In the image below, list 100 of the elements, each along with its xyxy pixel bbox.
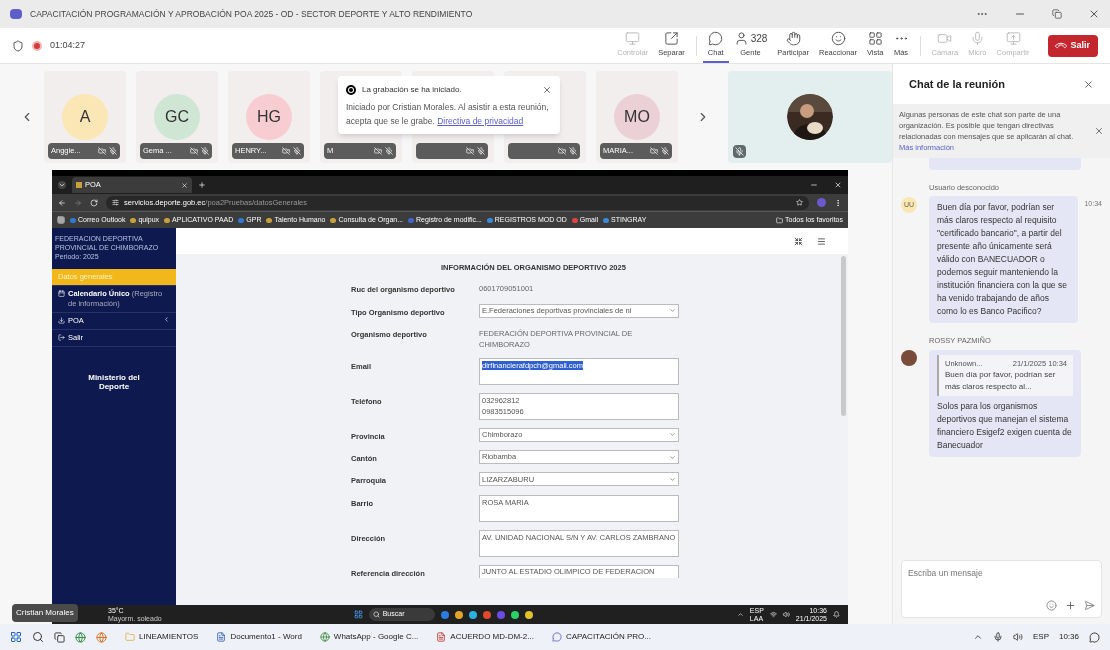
close-icon[interactable] [1088, 8, 1100, 20]
presenter-name-tag: Cristian Morales [12, 604, 78, 622]
shield-icon [12, 39, 24, 52]
message-composer[interactable]: Escriba un mensaje [901, 560, 1102, 618]
start-icon[interactable] [10, 631, 22, 643]
avatar [901, 349, 917, 366]
send-icon[interactable] [1084, 600, 1095, 611]
taskbar-app[interactable]: ACUERDO MD-DM-2... [436, 631, 534, 643]
close-icon[interactable] [1094, 126, 1104, 136]
document-icon [436, 632, 447, 642]
toolbar-icon [867, 31, 883, 46]
ministry-logo: Ministerio del Deporte [87, 373, 141, 391]
message-text: Buen día por favor, podrían ser más claros respecto al requisito "certificado bancario", a partir del presente año únicamente será válido con BANECUADOR o podemos seguir manteniendo la institución financiera con la que se ha venido trabajando de años como lo es Banco Pacifico? [937, 201, 1068, 319]
tab-search-icon[interactable] [58, 181, 66, 189]
mic-off-icon [733, 145, 746, 158]
menu-icon[interactable] [817, 236, 826, 246]
leave-button[interactable]: Salir [1048, 34, 1098, 57]
tray-icon[interactable] [972, 632, 983, 642]
back-icon[interactable] [58, 198, 66, 207]
chevron-down-icon [669, 307, 676, 314]
folder-icon [776, 216, 783, 224]
toolbar-icon [663, 31, 679, 46]
search-icon[interactable] [32, 631, 44, 643]
emoji-icon[interactable] [1046, 600, 1057, 611]
message-input[interactable]: Escriba un mensaje [908, 567, 1095, 580]
avatar: A [62, 94, 108, 140]
recording-icon [346, 85, 356, 95]
collapse-icon[interactable] [794, 236, 803, 246]
message-text: Solos para los organismos deportivos que manejan el sistema financiero Esigef2 exigen cuenta de Banecuador [937, 399, 1073, 452]
toolbar-icon [625, 31, 641, 46]
close-icon[interactable] [181, 181, 188, 189]
toolbar-icon [937, 31, 953, 46]
avatar: HG [246, 94, 292, 140]
notification-icon[interactable] [1089, 631, 1100, 643]
volume-icon [1012, 632, 1023, 642]
chevron-down-icon [669, 431, 676, 439]
mic-off-icon [661, 147, 669, 155]
browser-icon[interactable] [96, 631, 107, 643]
star-icon[interactable] [796, 199, 803, 206]
document-icon [216, 632, 227, 642]
camera-off-icon [650, 147, 658, 155]
camera-off-icon [558, 147, 566, 155]
mic-off-icon [385, 147, 393, 155]
quote-text: Buen día por favor, podrían ser más claros respecto al... [945, 368, 1057, 393]
window-title: CAPACITACIÓN PROGRAMACIÓN Y APROBACIÓN POA 2025 - OD - SECTOR DEPORTE Y ALTO RENDIMIENTO [30, 7, 473, 21]
minimize-icon[interactable] [810, 181, 818, 189]
search-icon [372, 611, 380, 618]
toolbar-icon [733, 31, 749, 46]
privacy-link[interactable]: Directiva de privacidad [437, 116, 524, 126]
close-icon[interactable] [542, 85, 552, 95]
meeting-timer: 01:04:27 [50, 38, 86, 52]
wifi-icon [769, 611, 777, 618]
camera-off-icon [466, 147, 474, 155]
clock: 10:36 [1058, 631, 1079, 643]
taskbar-app[interactable]: Documento1 - Word [216, 631, 302, 643]
mic-off-icon [201, 147, 209, 155]
browser-icon[interactable] [75, 631, 86, 643]
add-icon[interactable] [1065, 600, 1076, 611]
chat-icon [551, 632, 562, 642]
volume-icon [782, 611, 790, 618]
mic-off-icon [109, 147, 117, 155]
menu-item-icon [58, 317, 65, 324]
task-view-icon[interactable] [54, 631, 65, 643]
menu-item-icon [58, 334, 65, 341]
app-icon [10, 9, 22, 19]
panel-title: Chat de la reunión [909, 76, 1006, 92]
site-settings-icon[interactable] [112, 199, 119, 206]
start-icon[interactable] [353, 610, 363, 619]
toolbar-icon [708, 31, 724, 46]
taskbar-app[interactable]: CAPACITACIÓN PRO... [551, 631, 651, 643]
close-icon[interactable] [834, 181, 842, 189]
chevron-down-icon [669, 453, 676, 461]
folder-icon [125, 632, 135, 642]
chevron-down-icon [669, 475, 676, 483]
avatar: GC [154, 94, 200, 140]
language: ESP [1032, 631, 1049, 643]
globe-icon [319, 632, 330, 642]
reload-icon[interactable] [90, 198, 98, 207]
apps-icon[interactable] [57, 216, 65, 224]
camera-off-icon [374, 147, 382, 155]
camera-off-icon [282, 147, 290, 155]
toolbar-icon [1005, 31, 1021, 46]
taskbar-app[interactable]: LINEAMIENTOS [125, 631, 199, 643]
camera-off-icon [190, 147, 198, 155]
mic-icon [992, 632, 1003, 642]
toolbar-icon [969, 31, 985, 46]
toast-message: Iniciado por Cristian Morales. Al asistir a esta reunión, acepta que se le grabe. Directiva de privacidad [346, 101, 550, 128]
mic-off-icon [569, 147, 577, 155]
toolbar-icon [830, 31, 846, 46]
menu-icon[interactable] [834, 198, 842, 207]
menu-item-icon [58, 290, 65, 297]
taskbar-app[interactable]: WhatsApp - Google C... [319, 631, 419, 643]
toast-title: La grabación se ha iniciado. [362, 84, 462, 96]
restore-icon[interactable] [1052, 9, 1062, 19]
recording-icon [32, 40, 42, 51]
new-tab-icon[interactable] [198, 181, 206, 189]
camera-off-icon [98, 147, 106, 155]
avatar: MO [614, 94, 660, 140]
close-icon[interactable] [1083, 78, 1094, 90]
tray-icon[interactable] [736, 611, 744, 618]
